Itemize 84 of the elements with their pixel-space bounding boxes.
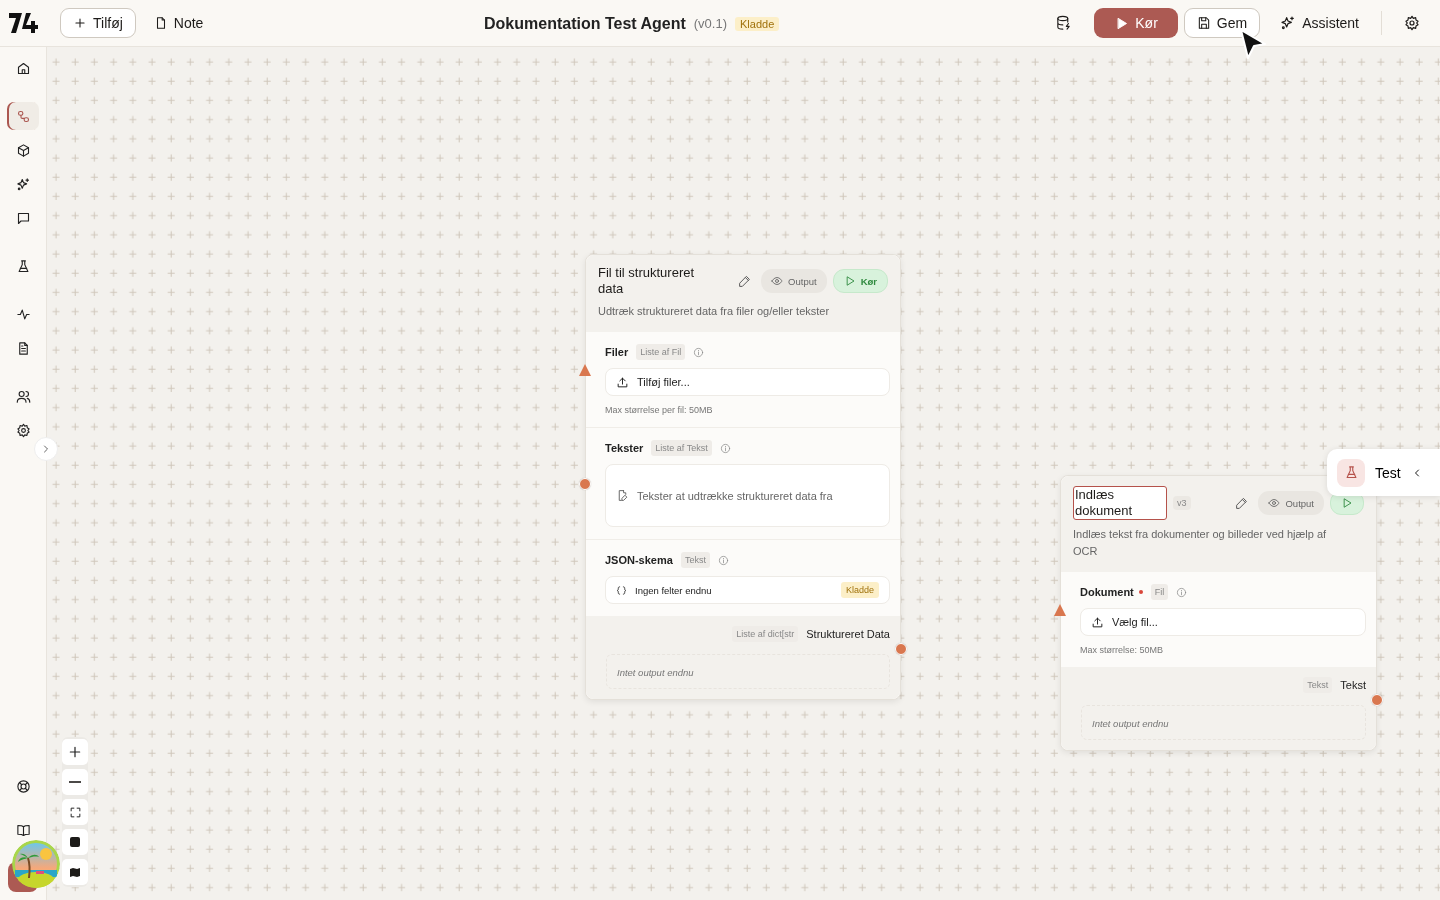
info-icon [717, 554, 729, 566]
info-icon [693, 346, 705, 358]
input-port[interactable] [1054, 604, 1066, 616]
node-description: Udtræk struktureret data fra filer og/eller tekster [598, 304, 831, 319]
input-label: Tekster [605, 442, 644, 454]
lock-button[interactable] [62, 829, 88, 855]
settings-icon [15, 422, 31, 438]
database-icon [1055, 14, 1073, 32]
type-tag: Liste af Fil [636, 344, 686, 360]
hint-text: Max størrelse: 50MB [1080, 645, 1165, 655]
output-button[interactable]: Output [1258, 491, 1324, 515]
node-card[interactable] [585, 254, 901, 700]
play-icon [1341, 497, 1353, 509]
lifebuoy-icon [15, 778, 31, 794]
node-card[interactable]: Indlæs dokument v3 Output Indlæs tekst fra dokumenter og billeder ved hjælp af OCR Dokument Fil Vælg fil... Max størrelse: 50MB Tekst Tekst Intet output endnu [1060, 475, 1377, 751]
upload-icon [616, 375, 629, 389]
book-icon [15, 822, 31, 838]
run-button[interactable]: Kør [832, 269, 888, 293]
save-button[interactable]: Gem [1183, 8, 1261, 38]
zoom-out-button[interactable] [62, 769, 88, 795]
type-tag: Fil [1150, 584, 1169, 600]
note-button[interactable]: Note [145, 9, 212, 37]
braces-icon [616, 584, 627, 596]
output-label: Tekst [1340, 679, 1366, 691]
cube-icon [15, 142, 31, 158]
users-icon [15, 388, 31, 404]
fit-view-icon [68, 805, 82, 819]
upload-button[interactable]: Tilføj filer... [605, 368, 890, 396]
input-label: Filer [605, 346, 629, 358]
node-description: Indlæs tekst fra dokumenter og billeder ved hjælp af OCR [1073, 527, 1328, 559]
input-port[interactable] [579, 364, 591, 376]
title-input-field[interactable]: Indlæs dokument [1073, 486, 1167, 520]
pencil-icon [1235, 496, 1249, 510]
placeholder-text: Tekster at udtrække struktureret data fra [637, 489, 833, 502]
upload-icon [1091, 615, 1104, 629]
eye-icon [1268, 497, 1281, 509]
flask-icon [1343, 465, 1359, 480]
output-label: Struktureret Data [806, 628, 890, 640]
type-tag: Tekst [680, 552, 710, 568]
flask-icon [15, 258, 31, 274]
home-icon [15, 60, 31, 76]
plus-icon [67, 744, 83, 760]
sparkles-icon [1280, 15, 1297, 31]
sparkles-icon [15, 176, 31, 192]
run-button[interactable]: Kør [1094, 8, 1178, 38]
input-label: JSON-skema [605, 554, 673, 566]
version-tag: v3 [1173, 496, 1191, 510]
minus-icon [69, 781, 81, 783]
output-button[interactable]: Output [761, 269, 827, 293]
status-badge: Kladde [840, 582, 879, 598]
add-button[interactable]: Tilføj [60, 8, 136, 38]
workflow-icon [15, 108, 31, 124]
square-icon [70, 837, 80, 847]
test-panel-button[interactable]: Test [1327, 449, 1440, 496]
workflow-title: Dokumentation Test Agent [484, 14, 686, 33]
input-label: Dokument [1080, 586, 1134, 598]
schema-text: Ingen felter endnu [635, 584, 712, 596]
info-icon [1176, 586, 1188, 598]
empty-output-text: Intet output endnu [1092, 718, 1169, 729]
node-title: Fil til struktureret data [598, 265, 696, 297]
info-icon [719, 442, 731, 454]
settings-icon [1404, 15, 1420, 31]
type-tag: Tekst [1303, 677, 1333, 693]
status-badge: Kladde [735, 16, 780, 31]
eye-icon [771, 275, 784, 287]
assistant-button[interactable]: Assistent [1272, 9, 1367, 37]
map-icon [70, 867, 80, 877]
zoom-in-button[interactable] [62, 739, 88, 765]
file-pen-icon [616, 489, 629, 502]
upload-button[interactable]: Vælg fil... [1080, 608, 1366, 636]
hint-text: Max størrelse per fil: 50MB [605, 405, 714, 415]
empty-output-text: Intet output endnu [617, 667, 694, 678]
minimap-button[interactable] [62, 859, 88, 885]
save-icon [1196, 16, 1211, 30]
plus-icon [73, 16, 87, 30]
text-input-field[interactable]: Tekster at udtrække struktureret data fra [605, 464, 890, 527]
pencil-icon [738, 274, 752, 288]
type-tag: Liste af Tekst [651, 440, 712, 456]
fit-view-button[interactable] [62, 799, 88, 825]
chat-icon [15, 210, 31, 226]
logo-icon[interactable] [8, 12, 39, 34]
type-tag: Liste af dict[str [732, 626, 799, 642]
schema-field[interactable]: Ingen felter endnu Kladde [605, 576, 890, 604]
version-text: (v0.1) [693, 16, 727, 31]
